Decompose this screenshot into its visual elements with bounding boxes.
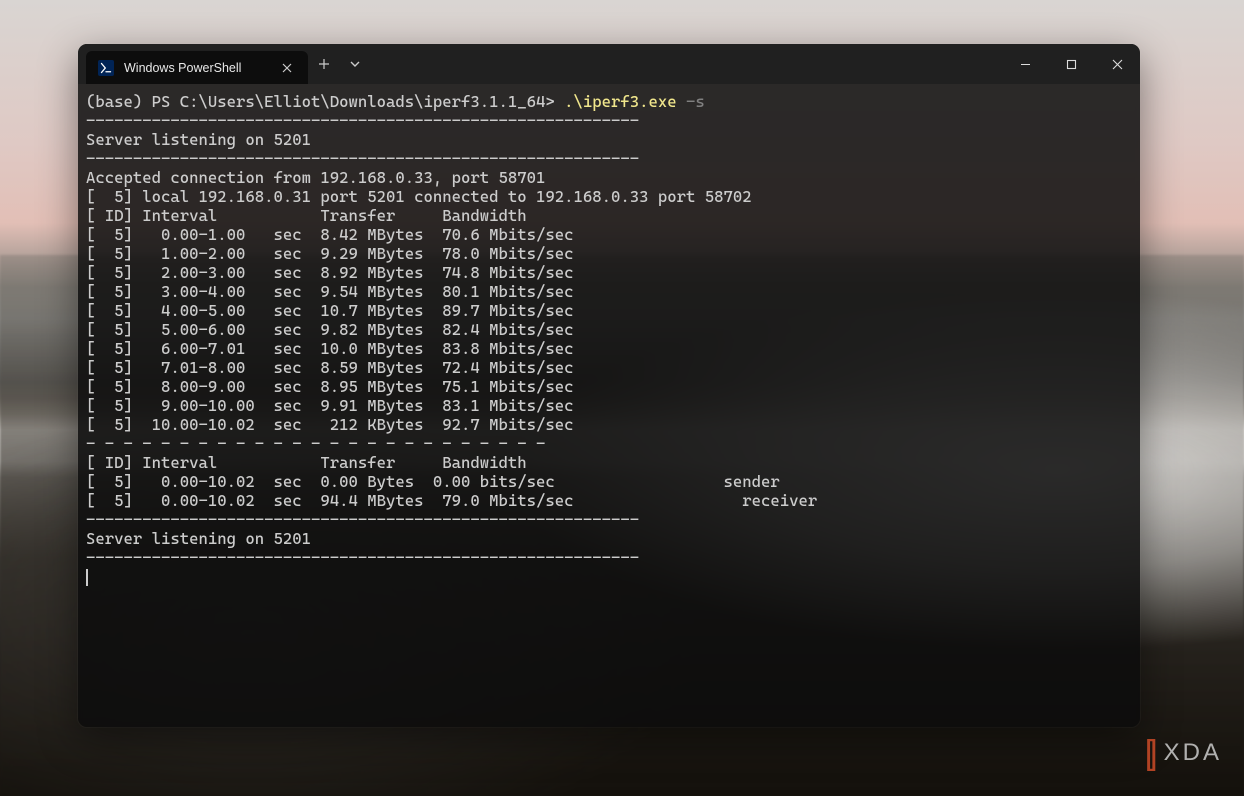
powershell-icon: [98, 60, 114, 76]
tab-powershell[interactable]: Windows PowerShell: [86, 51, 308, 84]
cursor: [86, 569, 88, 586]
window-controls: [1002, 44, 1140, 84]
output-line: [ 5] 7.01-8.00 sec 8.59 MBytes 72.4 Mbit…: [86, 358, 574, 377]
terminal-output[interactable]: (base) PS C:\Users\Elliot\Downloads\iper…: [78, 84, 1140, 727]
output-line: ----------------------------------------…: [86, 548, 639, 567]
output-line: [ 5] 10.00-10.02 sec 212 KBytes 92.7 Mbi…: [86, 415, 574, 434]
maximize-button[interactable]: [1048, 44, 1094, 84]
output-line: [ ID] Interval Transfer Bandwidth: [86, 206, 527, 225]
prompt-argument: -s: [677, 92, 705, 111]
output-line: Accepted connection from 192.168.0.33, p…: [86, 168, 545, 187]
prompt-path: (base) PS C:\Users\Elliot\Downloads\iper…: [86, 92, 564, 111]
output-line: [ 5] 8.00-9.00 sec 8.95 MBytes 75.1 Mbit…: [86, 377, 574, 396]
output-line: [ 5] 5.00-6.00 sec 9.82 MBytes 82.4 Mbit…: [86, 320, 574, 339]
output-line: [ 5] 1.00-2.00 sec 9.29 MBytes 78.0 Mbit…: [86, 244, 574, 263]
output-line: [ 5] 9.00-10.00 sec 9.91 MBytes 83.1 Mbi…: [86, 396, 574, 415]
close-button[interactable]: [1094, 44, 1140, 84]
output-line: [ ID] Interval Transfer Bandwidth: [86, 453, 527, 472]
prompt-command: .\iperf3.exe: [564, 92, 677, 111]
output-line: Server listening on 5201: [86, 529, 311, 548]
output-line: [ 5] 2.00-3.00 sec 8.92 MBytes 74.8 Mbit…: [86, 263, 574, 282]
new-tab-button[interactable]: [308, 44, 340, 84]
tab-close-button[interactable]: [278, 59, 296, 77]
output-line: [ 5] 0.00-1.00 sec 8.42 MBytes 70.6 Mbit…: [86, 225, 574, 244]
output-line: Server listening on 5201: [86, 130, 311, 149]
output-line: [ 5] 3.00-4.00 sec 9.54 MBytes 80.1 Mbit…: [86, 282, 574, 301]
tab-title: Windows PowerShell: [124, 61, 268, 75]
titlebar-drag-region[interactable]: [370, 44, 1002, 84]
output-line: ----------------------------------------…: [86, 111, 639, 130]
output-line: [ 5] 0.00-10.02 sec 0.00 Bytes 0.00 bits…: [86, 472, 780, 491]
output-line: [ 5] 0.00-10.02 sec 94.4 MBytes 79.0 Mbi…: [86, 491, 817, 510]
output-line: - - - - - - - - - - - - - - - - - - - - …: [86, 434, 545, 453]
terminal-window: Windows PowerShell (base) PS C:\Users\El…: [78, 44, 1140, 727]
watermark-text: XDA: [1164, 739, 1222, 767]
minimize-button[interactable]: [1002, 44, 1048, 84]
output-line: ----------------------------------------…: [86, 510, 639, 529]
watermark-bracket-icon: ]: [1148, 736, 1157, 770]
output-line: [ 5] local 192.168.0.31 port 5201 connec…: [86, 187, 752, 206]
output-line: [ 5] 6.00-7.01 sec 10.0 MBytes 83.8 Mbit…: [86, 339, 574, 358]
output-line: ----------------------------------------…: [86, 149, 639, 168]
tab-dropdown-button[interactable]: [340, 44, 370, 84]
output-line: [ 5] 4.00-5.00 sec 10.7 MBytes 89.7 Mbit…: [86, 301, 574, 320]
titlebar[interactable]: Windows PowerShell: [78, 44, 1140, 84]
xda-watermark: [ ] XDA: [1145, 736, 1222, 770]
